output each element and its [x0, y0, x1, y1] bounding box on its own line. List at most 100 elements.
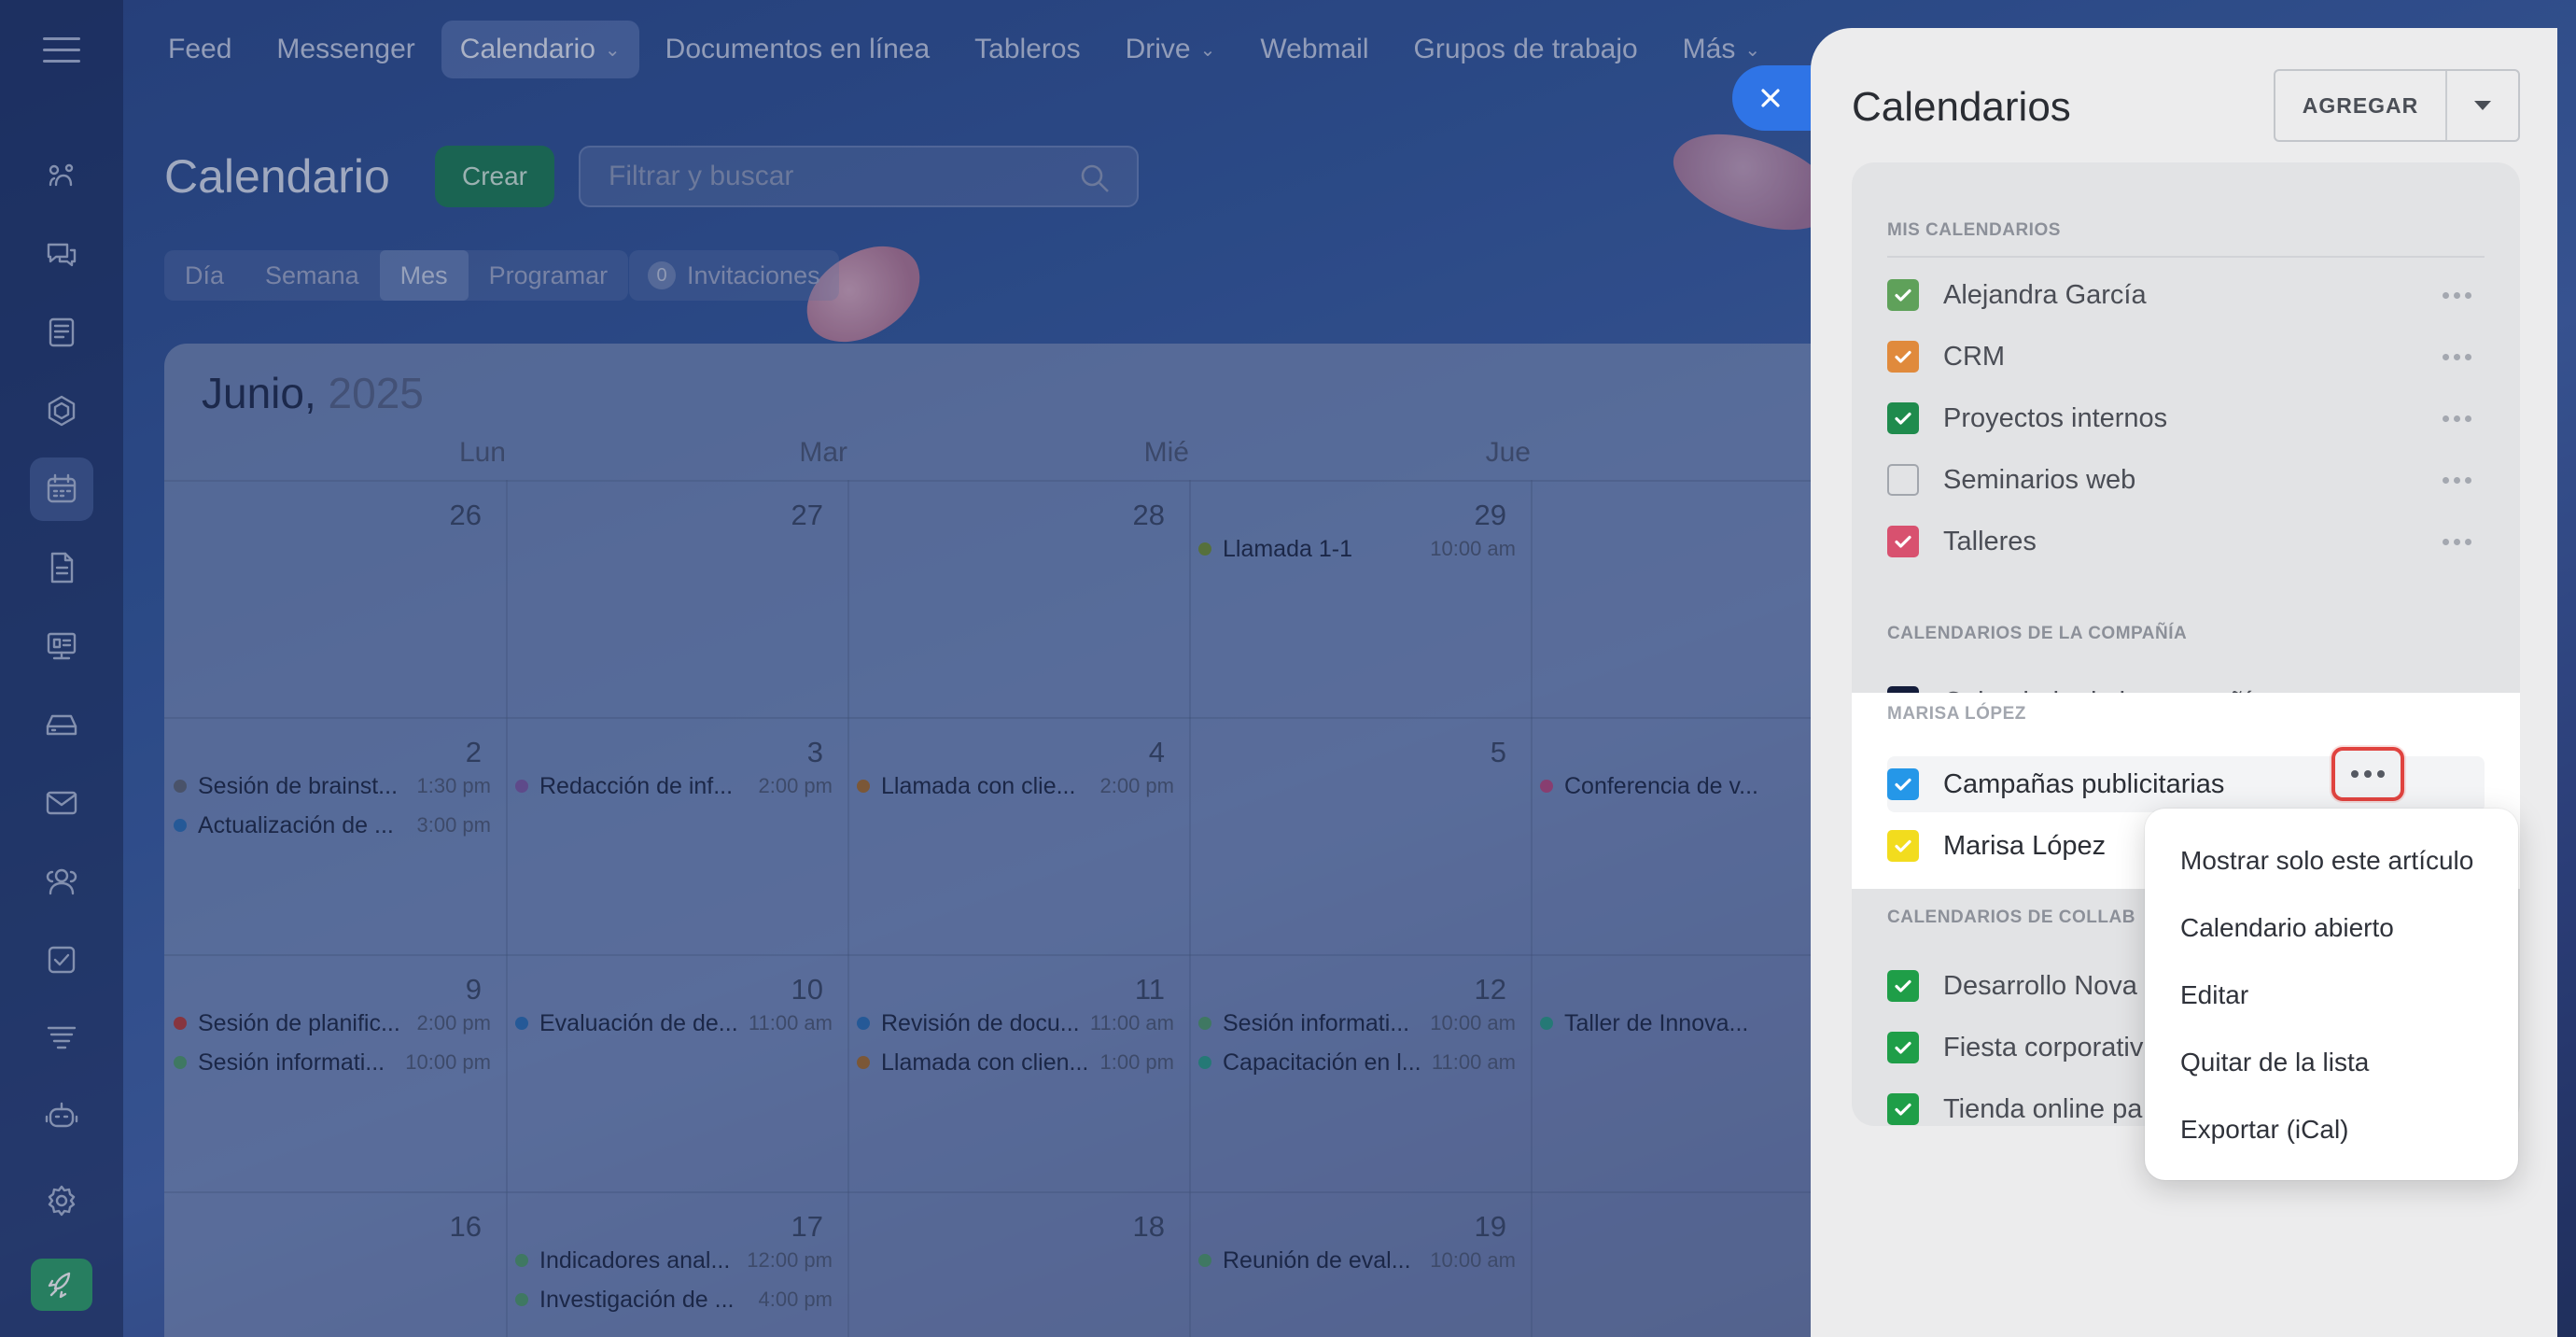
- weekday-header: Mié: [1143, 437, 1189, 468]
- calendar-item[interactable]: Talleres: [1887, 514, 2485, 570]
- calendar-checkbox[interactable]: [1887, 402, 1919, 434]
- add-calendar-button[interactable]: AGREGAR: [2274, 69, 2520, 142]
- weekday-header: Jue: [1485, 437, 1531, 468]
- calendar-item[interactable]: CRM: [1887, 329, 2485, 385]
- users-icon[interactable]: [30, 850, 93, 913]
- day-number[interactable]: 19: [1189, 1210, 1506, 1244]
- calendar-checkbox[interactable]: [1887, 1032, 1919, 1063]
- calendar-event[interactable]: Taller de Innova...12:0: [1540, 1006, 1844, 1040]
- calendar-name: Seminarios web: [1943, 464, 2136, 495]
- invitations-button[interactable]: 0 Invitaciones: [629, 250, 839, 301]
- day-number[interactable]: 28: [847, 499, 1165, 532]
- calendar-event[interactable]: Llamada 1-1 10:00 am: [1198, 532, 1516, 566]
- event-time: 11:00 am: [748, 1011, 833, 1034]
- calendar-event[interactable]: Sesión informati... 10:00 am: [1198, 1006, 1516, 1040]
- board-icon[interactable]: [30, 614, 93, 678]
- calendar-icon[interactable]: [30, 457, 93, 521]
- calendar-event[interactable]: Llamada con clien... 1:00 pm: [857, 1046, 1174, 1079]
- day-number[interactable]: 17: [506, 1210, 823, 1244]
- search-input[interactable]: Filtrar y buscar: [579, 146, 1139, 207]
- calendar-checkbox[interactable]: [1887, 464, 1919, 496]
- day-number[interactable]: 5: [1189, 736, 1506, 769]
- funnel-icon[interactable]: [30, 1006, 93, 1070]
- invitations-count: 0: [648, 261, 676, 289]
- more-options-icon[interactable]: [2429, 276, 2485, 314]
- calendar-checkbox[interactable]: [1887, 970, 1919, 1002]
- context-menu-item[interactable]: Calendario abierto: [2145, 894, 2518, 962]
- calendar-checkbox[interactable]: [1887, 1093, 1919, 1125]
- calendar-checkbox[interactable]: [1887, 830, 1919, 862]
- calendar-event[interactable]: Redacción de inf... 2:00 pm: [515, 769, 833, 803]
- create-button[interactable]: Crear: [435, 146, 554, 207]
- home-icon[interactable]: [30, 144, 93, 207]
- calendar-item[interactable]: Alejandra García: [1887, 267, 2485, 323]
- more-options-icon[interactable]: [2429, 400, 2485, 437]
- more-options-icon[interactable]: [2429, 523, 2485, 560]
- calendar-event[interactable]: Indicadores anal... 12:00 pm: [515, 1244, 833, 1277]
- calendar-event[interactable]: Llamada con clie... 2:00 pm: [857, 769, 1174, 803]
- context-menu-item[interactable]: Quitar de la lista: [2145, 1029, 2518, 1096]
- day-number[interactable]: 26: [164, 499, 482, 532]
- chat-icon[interactable]: [30, 222, 93, 286]
- more-options-icon[interactable]: [2331, 747, 2404, 801]
- nav-item-5[interactable]: Drive ⌄: [1107, 21, 1235, 78]
- calendar-event[interactable]: Conferencia de v...10:0: [1540, 769, 1844, 803]
- more-options-icon[interactable]: [2429, 338, 2485, 375]
- calendar-name: Talleres: [1943, 526, 2037, 556]
- nav-item-4[interactable]: Tableros: [956, 21, 1099, 78]
- nav-item-1[interactable]: Messenger: [258, 21, 433, 78]
- day-number[interactable]: 29: [1189, 499, 1506, 532]
- calendar-event[interactable]: Sesión informati... 10:00 pm: [174, 1046, 491, 1079]
- day-number[interactable]: 12: [1189, 973, 1506, 1006]
- robot-icon[interactable]: [30, 1085, 93, 1148]
- calendar-checkbox[interactable]: [1887, 768, 1919, 800]
- nav-item-2[interactable]: Calendario ⌄: [441, 21, 639, 78]
- document-icon[interactable]: [30, 536, 93, 599]
- context-menu-item[interactable]: Exportar (iCal): [2145, 1096, 2518, 1163]
- day-number[interactable]: 4: [847, 736, 1165, 769]
- day-number[interactable]: 10: [506, 973, 823, 1006]
- calendar-checkbox[interactable]: [1887, 341, 1919, 373]
- calendar-event[interactable]: Sesión de planific... 2:00 pm: [174, 1006, 491, 1040]
- nav-item-7[interactable]: Grupos de trabajo: [1395, 21, 1657, 78]
- calendar-event[interactable]: Capacitación en l... 11:00 am: [1198, 1046, 1516, 1079]
- day-number[interactable]: 16: [164, 1210, 482, 1244]
- add-dropdown-toggle[interactable]: [2447, 71, 2518, 140]
- search-icon[interactable]: [1079, 162, 1111, 194]
- calendar-event[interactable]: Evaluación de de... 11:00 am: [515, 1006, 833, 1040]
- nav-item-0[interactable]: Feed: [149, 21, 250, 78]
- drive-icon[interactable]: [30, 693, 93, 756]
- rocket-icon[interactable]: [31, 1259, 92, 1311]
- hamburger-menu-icon[interactable]: [43, 37, 80, 65]
- view-tab-0[interactable]: Día: [164, 250, 245, 301]
- context-menu-item[interactable]: Mostrar solo este artículo: [2145, 827, 2518, 894]
- day-number[interactable]: 3: [506, 736, 823, 769]
- view-tab-2[interactable]: Mes: [379, 250, 469, 301]
- calendar-item[interactable]: Seminarios web: [1887, 452, 2485, 508]
- calendar-checkbox[interactable]: [1887, 279, 1919, 311]
- view-tab-1[interactable]: Semana: [245, 250, 380, 301]
- calendar-event[interactable]: Revisión de docu... 11:00 am: [857, 1006, 1174, 1040]
- day-number[interactable]: 18: [847, 1210, 1165, 1244]
- calendar-event[interactable]: Actualización de ... 3:00 pm: [174, 809, 491, 842]
- more-options-icon[interactable]: [2429, 461, 2485, 499]
- day-number[interactable]: 27: [506, 499, 823, 532]
- tasks-icon[interactable]: [30, 928, 93, 992]
- calendar-checkbox[interactable]: [1887, 526, 1919, 557]
- calendar-item[interactable]: Proyectos internos: [1887, 390, 2485, 446]
- day-number[interactable]: 11: [847, 973, 1165, 1006]
- calendar-event[interactable]: Reunión de eval... 10:00 am: [1198, 1244, 1516, 1277]
- day-number[interactable]: 9: [164, 973, 482, 1006]
- hexagon-icon[interactable]: [30, 379, 93, 443]
- nav-item-6[interactable]: Webmail: [1241, 21, 1387, 78]
- view-tab-3[interactable]: Programar: [469, 250, 629, 301]
- add-button-label[interactable]: AGREGAR: [2275, 71, 2447, 140]
- day-number[interactable]: 2: [164, 736, 482, 769]
- settings-icon[interactable]: [30, 1169, 93, 1232]
- calendar-event[interactable]: Sesión de brainst... 1:30 pm: [174, 769, 491, 803]
- context-menu-item[interactable]: Editar: [2145, 962, 2518, 1029]
- nav-item-3[interactable]: Documentos en línea: [647, 21, 949, 78]
- mail-icon[interactable]: [30, 771, 93, 835]
- calendar-event[interactable]: Investigación de ... 4:00 pm: [515, 1283, 833, 1316]
- feed-icon[interactable]: [30, 301, 93, 364]
